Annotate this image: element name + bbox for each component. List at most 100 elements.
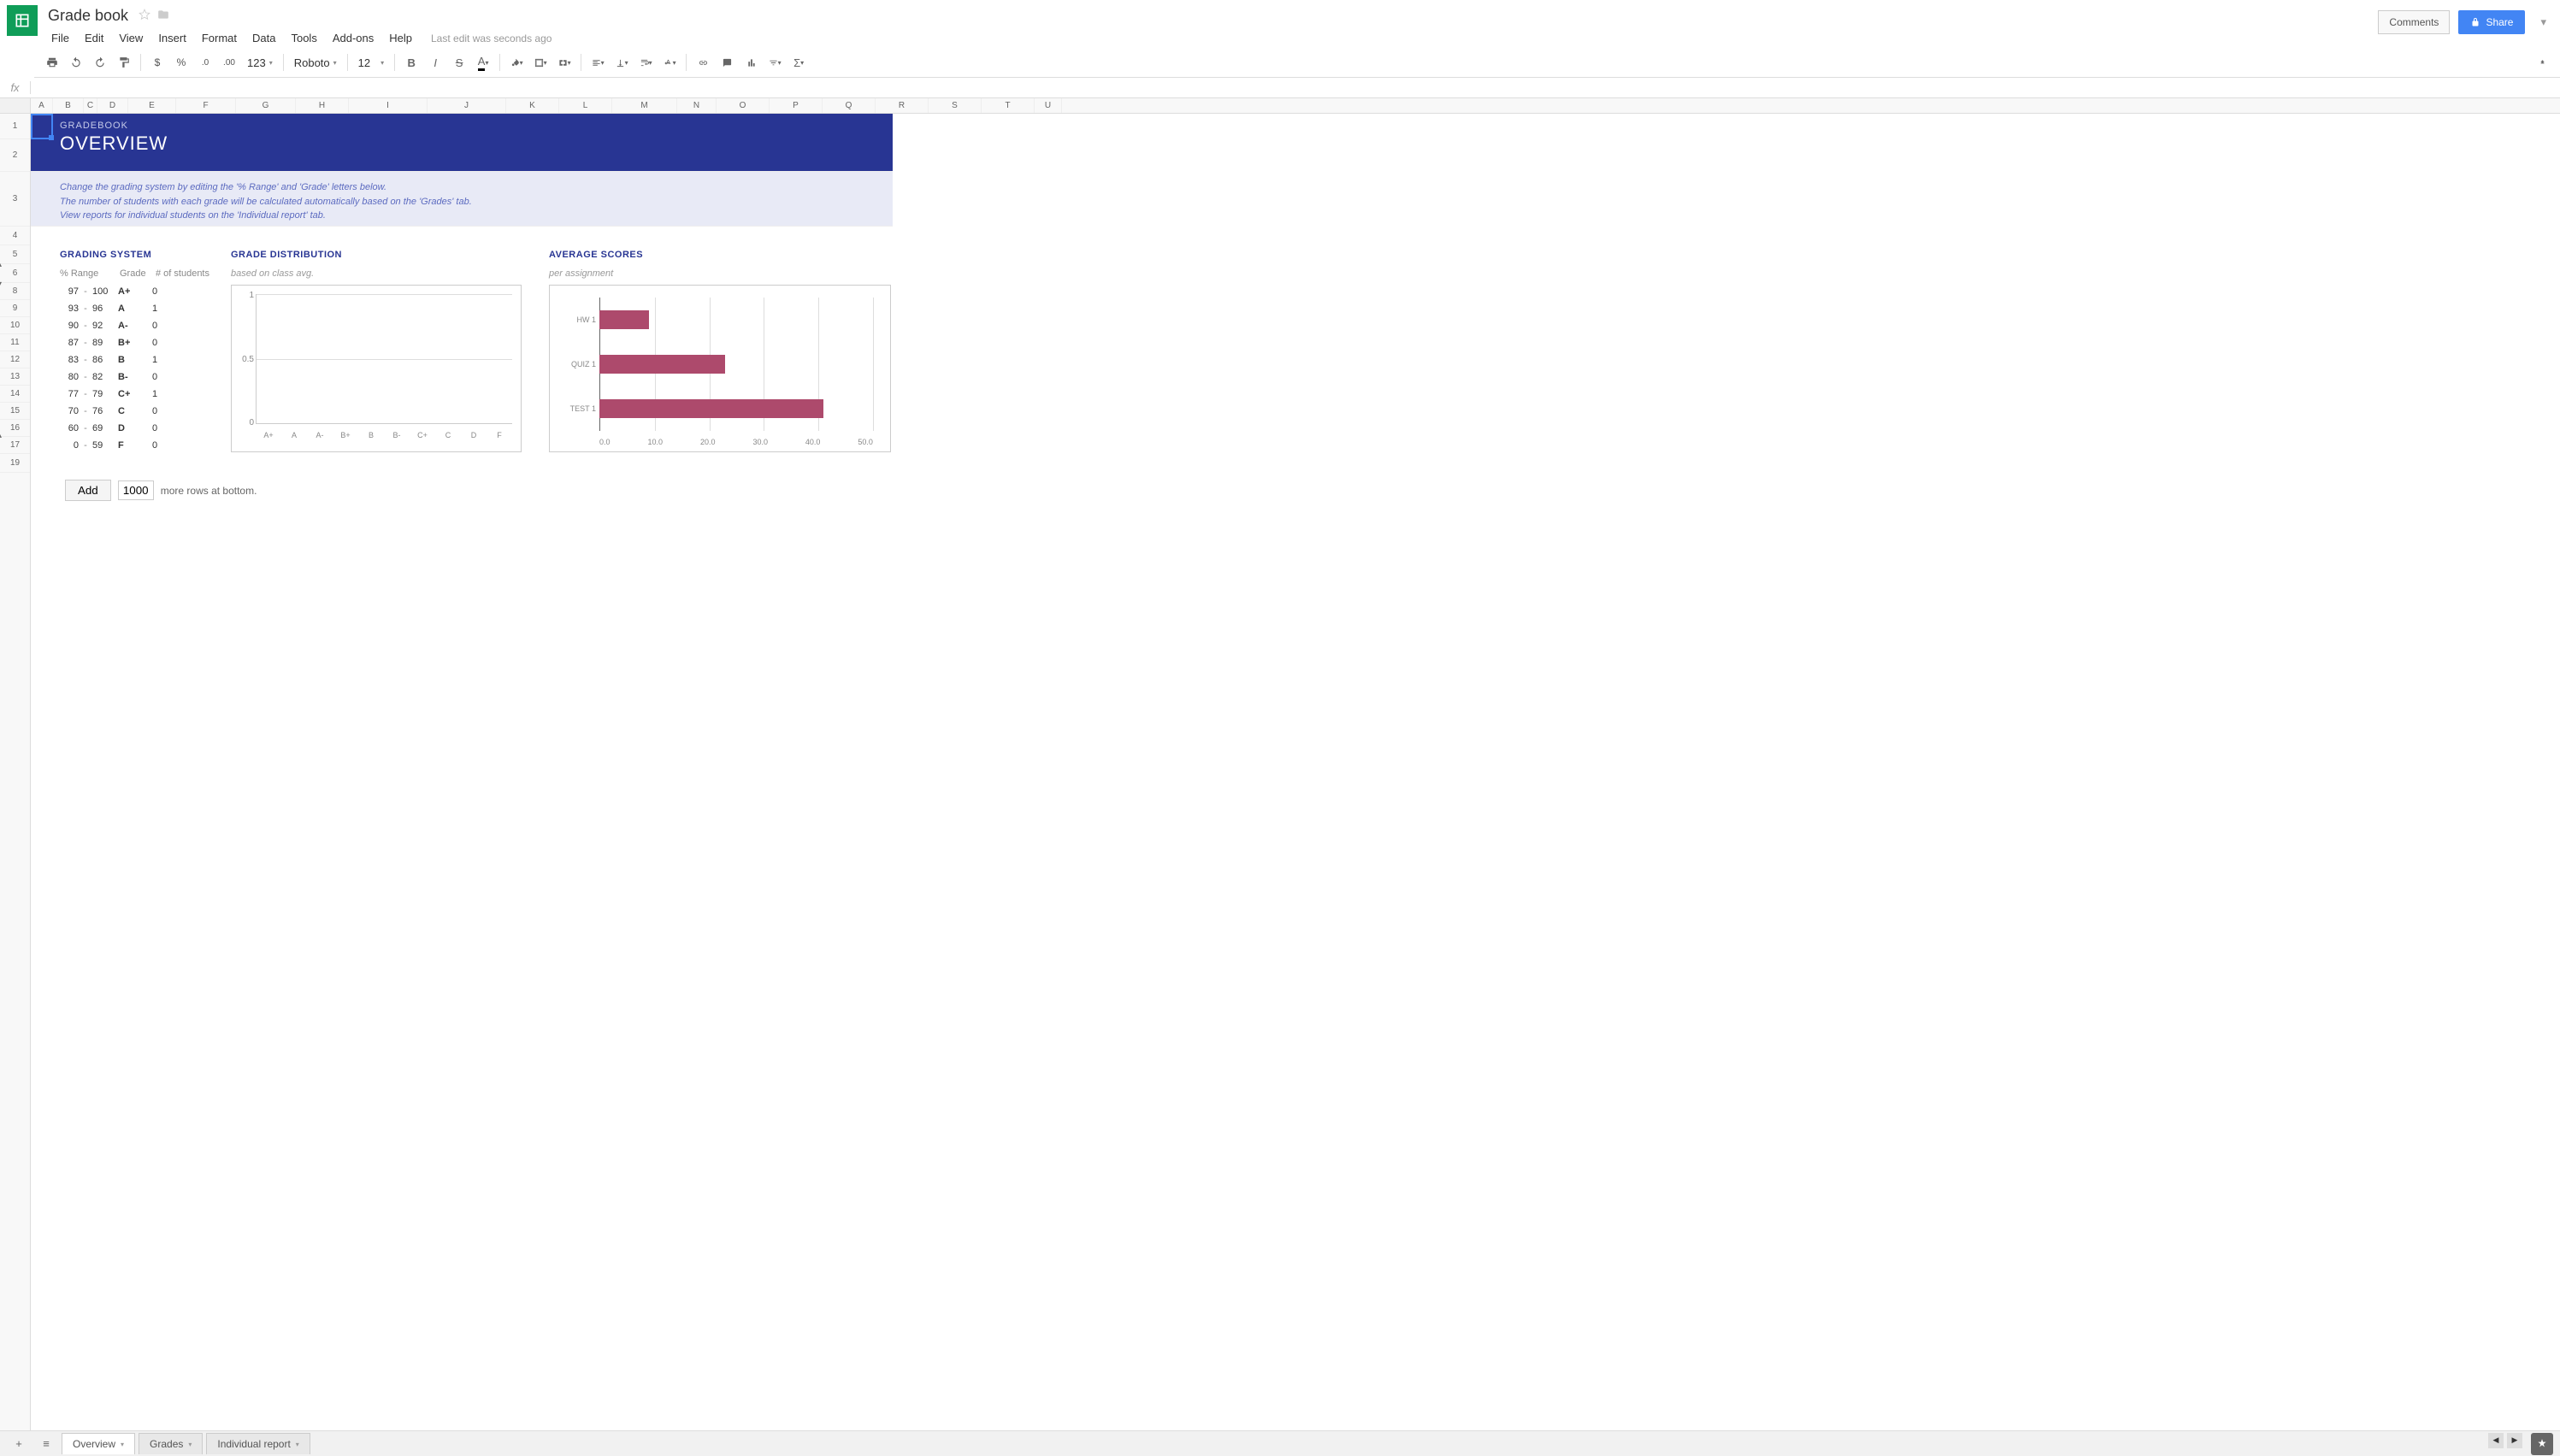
col-header[interactable]: T	[982, 98, 1035, 113]
row-header[interactable]: 10	[0, 317, 30, 334]
row-header[interactable]: 13	[0, 368, 30, 386]
row-header[interactable]: 4	[0, 227, 30, 245]
scroll-right-icon[interactable]: ▶	[2507, 1433, 2522, 1448]
bold-button[interactable]: B	[400, 51, 422, 74]
all-sheets-button[interactable]: ≡	[34, 1434, 58, 1454]
add-sheet-button[interactable]: +	[7, 1434, 31, 1454]
text-rotation-button[interactable]: ▾	[658, 51, 681, 74]
row-header[interactable]: 11	[0, 334, 30, 351]
functions-button[interactable]: Σ ▾	[787, 51, 810, 74]
row-header[interactable]: 1	[0, 114, 30, 139]
col-header[interactable]: K	[506, 98, 559, 113]
add-rows-button[interactable]: Add	[65, 480, 111, 501]
strikethrough-button[interactable]: S	[448, 51, 470, 74]
row-header[interactable]: ▴6	[0, 264, 30, 283]
star-icon[interactable]	[139, 9, 150, 23]
grading-row[interactable]: 80-82B-0	[60, 368, 231, 386]
row-header[interactable]: ▴16	[0, 420, 30, 437]
col-header[interactable]: L	[559, 98, 612, 113]
decrease-decimal-button[interactable]: .0	[194, 51, 216, 74]
borders-button[interactable]: ▾	[529, 51, 552, 74]
menu-tools[interactable]: Tools	[284, 28, 323, 48]
fill-color-button[interactable]: ▾	[505, 51, 528, 74]
text-color-button[interactable]: A ▾	[472, 51, 494, 74]
paint-format-icon[interactable]	[113, 51, 135, 74]
col-header[interactable]: M	[612, 98, 677, 113]
text-wrap-button[interactable]: ▾	[634, 51, 657, 74]
account-dropdown-icon[interactable]: ▾	[2533, 15, 2553, 29]
col-header[interactable]: O	[717, 98, 770, 113]
row-header[interactable]: 19	[0, 454, 30, 473]
horizontal-align-button[interactable]: ▾	[587, 51, 609, 74]
sheet-body[interactable]: GRADEBOOK OVERVIEW Change the grading sy…	[31, 114, 893, 473]
doc-title[interactable]: Grade book	[44, 5, 132, 27]
row-header[interactable]: ▾8	[0, 283, 30, 300]
increase-decimal-button[interactable]: .00	[218, 51, 240, 74]
print-icon[interactable]	[41, 51, 63, 74]
font-family-select[interactable]: Roboto▾	[289, 56, 342, 69]
filter-button[interactable]: ▾	[764, 51, 786, 74]
menu-view[interactable]: View	[112, 28, 150, 48]
menu-format[interactable]: Format	[195, 28, 244, 48]
sheets-logo[interactable]	[7, 5, 38, 36]
grading-row[interactable]: 70-76C0	[60, 403, 231, 420]
col-header[interactable]: J	[428, 98, 506, 113]
row-header[interactable]: 9	[0, 300, 30, 317]
col-header[interactable]: F	[176, 98, 236, 113]
sheet-tab-report[interactable]: Individual report▾	[206, 1433, 310, 1454]
col-header[interactable]: C	[84, 98, 97, 113]
row-header[interactable]: 15	[0, 403, 30, 420]
average-scores-chart[interactable]: HW 1QUIZ 1TEST 1 0.010.020.030.040.050.0	[549, 285, 891, 452]
grading-row[interactable]: 97-100A+0	[60, 283, 231, 300]
select-all-corner[interactable]	[0, 98, 30, 114]
col-header[interactable]: P	[770, 98, 823, 113]
format-currency-button[interactable]: $	[146, 51, 168, 74]
menu-addons[interactable]: Add-ons	[326, 28, 380, 48]
grading-row[interactable]: 83-86B1	[60, 351, 231, 368]
collapse-toolbar-icon[interactable]	[2531, 51, 2553, 74]
col-header[interactable]: E	[128, 98, 176, 113]
menu-file[interactable]: File	[44, 28, 76, 48]
row-header[interactable]: 3	[0, 172, 30, 227]
sheet-tab-grades[interactable]: Grades▾	[139, 1433, 203, 1454]
col-header[interactable]: H	[296, 98, 349, 113]
menu-help[interactable]: Help	[382, 28, 419, 48]
col-header[interactable]: I	[349, 98, 428, 113]
format-percent-button[interactable]: %	[170, 51, 192, 74]
col-header[interactable]: D	[97, 98, 128, 113]
col-header[interactable]: R	[876, 98, 929, 113]
row-header[interactable]: 14	[0, 386, 30, 403]
col-header[interactable]: S	[929, 98, 982, 113]
col-header[interactable]: A	[31, 98, 53, 113]
add-rows-input[interactable]	[118, 480, 154, 500]
more-formats-button[interactable]: 123▾	[242, 56, 278, 69]
grading-row[interactable]: 77-79C+1	[60, 386, 231, 403]
vertical-align-button[interactable]: ▾	[611, 51, 633, 74]
menu-insert[interactable]: Insert	[151, 28, 193, 48]
grading-row[interactable]: 0-59F0	[60, 437, 231, 454]
insert-link-button[interactable]	[692, 51, 714, 74]
col-header[interactable]: Q	[823, 98, 876, 113]
redo-icon[interactable]	[89, 51, 111, 74]
col-header[interactable]: U	[1035, 98, 1062, 113]
grading-row[interactable]: 90-92A-0	[60, 317, 231, 334]
insert-chart-button[interactable]	[740, 51, 762, 74]
scroll-left-icon[interactable]: ◀	[2488, 1433, 2504, 1448]
folder-icon[interactable]	[157, 9, 169, 23]
row-header[interactable]: 2	[0, 139, 30, 172]
row-header[interactable]: 5	[0, 245, 30, 264]
explore-button[interactable]	[2531, 1433, 2553, 1455]
formula-input[interactable]	[31, 78, 2560, 97]
insert-comment-button[interactable]	[716, 51, 738, 74]
italic-button[interactable]: I	[424, 51, 446, 74]
font-size-select[interactable]: 12▾	[353, 56, 389, 69]
col-header[interactable]: B	[53, 98, 84, 113]
merge-cells-button[interactable]: ▾	[553, 51, 575, 74]
comments-button[interactable]: Comments	[2378, 10, 2450, 34]
grade-distribution-chart[interactable]: 10.50 A+AA-B+BB-C+CDF	[231, 285, 522, 452]
undo-icon[interactable]	[65, 51, 87, 74]
menu-data[interactable]: Data	[245, 28, 282, 48]
sheet-tab-overview[interactable]: Overview▾	[62, 1433, 135, 1454]
grading-row[interactable]: 93-96A1	[60, 300, 231, 317]
col-header[interactable]: N	[677, 98, 717, 113]
